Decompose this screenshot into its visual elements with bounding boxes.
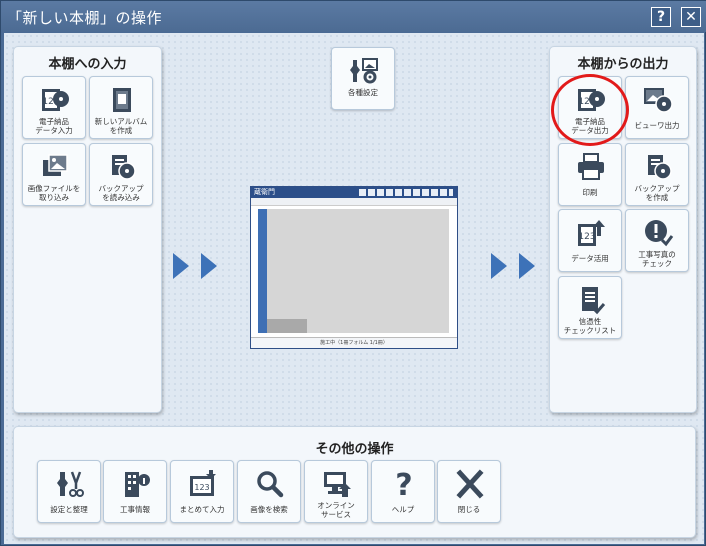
checklist-icon <box>575 285 607 315</box>
help-button[interactable]: ? ヘルプ <box>371 460 435 523</box>
preview-app-name: 蔵衛門 <box>254 188 275 196</box>
dialog-window: 「新しい本棚」の操作 ? ✕ 本棚への入力 123 電子納品 データ入力 新しい… <box>0 0 706 546</box>
authenticity-checklist-button[interactable]: 信憑性 チェックリスト <box>558 276 622 339</box>
album-icon <box>106 85 138 115</box>
svg-text:?: ? <box>395 469 412 499</box>
import-images-label: 画像ファイルを 取り込み <box>27 184 81 202</box>
create-backup-label: バックアップ を作成 <box>634 184 680 202</box>
search-images-button[interactable]: 画像を検索 <box>237 460 301 523</box>
photo-check-button[interactable]: 工事写真の チェック <box>625 209 689 272</box>
tools-icon <box>54 469 86 499</box>
help-title-button[interactable]: ? <box>651 7 671 27</box>
data-input-icon: 123 <box>39 85 71 115</box>
new-album-button[interactable]: 新しいアルバム を作成 <box>89 76 153 139</box>
close-icon <box>454 469 486 499</box>
photo-check-icon <box>642 218 674 248</box>
viewer-output-button[interactable]: ビューワ出力 <box>625 76 689 139</box>
close-label: 閉じる <box>457 505 481 514</box>
construction-info-button[interactable]: 工事情報 <box>103 460 167 523</box>
preview-toolbar <box>359 189 453 196</box>
print-label: 印刷 <box>582 188 598 197</box>
backup-load-icon <box>106 152 138 182</box>
preview-shadow <box>267 319 307 333</box>
online-service-button[interactable]: オンライン サービス <box>304 460 368 523</box>
arrow-icon <box>491 253 507 279</box>
online-service-icon <box>321 469 353 499</box>
close-title-button[interactable]: ✕ <box>681 7 701 27</box>
data-use-button[interactable]: 123 データ活用 <box>558 209 622 272</box>
search-images-label: 画像を検索 <box>250 505 288 514</box>
settings-label: 各種設定 <box>348 88 378 97</box>
input-panel-title: 本棚への入力 <box>48 57 127 72</box>
svg-text:123: 123 <box>578 232 595 242</box>
data-input-button[interactable]: 123 電子納品 データ入力 <box>22 76 86 139</box>
data-use-label: データ活用 <box>571 254 609 263</box>
viewer-output-icon <box>642 85 674 115</box>
backup-create-icon <box>642 152 674 182</box>
help-label: ヘルプ <box>391 505 415 514</box>
window-title: 「新しい本棚」の操作 <box>7 9 163 27</box>
construction-info-label: 工事情報 <box>120 505 150 514</box>
settings-organize-button[interactable]: 設定と整理 <box>37 460 101 523</box>
import-images-button[interactable]: 画像ファイルを 取り込み <box>22 143 86 206</box>
settings-button[interactable]: 各種設定 <box>331 47 395 110</box>
settings-icon <box>348 56 380 86</box>
authenticity-checklist-label: 信憑性 チェックリスト <box>563 317 617 335</box>
load-backup-button[interactable]: バックアップ を読み込み <box>89 143 153 206</box>
arrow-icon <box>519 253 535 279</box>
bulk-input-label: まとめて入力 <box>179 505 225 514</box>
arrow-icon <box>173 253 189 279</box>
bulk-input-icon: 123 <box>187 469 219 499</box>
preview-status-bar: 施工中（1冊フォルム 1/1冊） <box>251 337 457 348</box>
bulk-input-button[interactable]: 123 まとめて入力 <box>170 460 234 523</box>
new-album-label: 新しいアルバム を作成 <box>94 117 148 135</box>
close-button[interactable]: 閉じる <box>437 460 501 523</box>
online-service-label: オンライン サービス <box>317 501 355 519</box>
search-icon <box>254 469 286 499</box>
data-input-label: 電子納品 データ入力 <box>35 117 73 135</box>
create-backup-button[interactable]: バックアップ を作成 <box>625 143 689 206</box>
other-operations-title: その他の操作 <box>315 442 394 457</box>
preview-titlebar: 蔵衛門 <box>251 187 457 198</box>
bookshelf-preview: 蔵衛門 施工中（1冊フォルム 1/1冊） <box>250 186 458 349</box>
photo-check-label: 工事写真の チェック <box>638 250 676 268</box>
output-panel-title: 本棚からの出力 <box>577 57 669 72</box>
preview-shelf-spine <box>258 209 267 333</box>
arrow-icon <box>201 253 217 279</box>
building-info-icon <box>120 469 152 499</box>
print-button[interactable]: 印刷 <box>558 143 622 206</box>
help-icon: ? <box>388 469 420 499</box>
svg-text:123: 123 <box>194 483 209 492</box>
printer-icon <box>575 152 607 182</box>
image-import-icon <box>39 152 71 182</box>
preview-menubar <box>251 198 457 206</box>
preview-shelf-area <box>267 209 449 333</box>
data-use-icon: 123 <box>575 218 607 248</box>
settings-organize-label: 設定と整理 <box>50 505 88 514</box>
viewer-output-label: ビューワ出力 <box>634 121 680 130</box>
load-backup-label: バックアップ を読み込み <box>98 184 144 202</box>
title-bar: 「新しい本棚」の操作 ? ✕ <box>1 1 706 32</box>
highlight-circle <box>551 74 629 146</box>
